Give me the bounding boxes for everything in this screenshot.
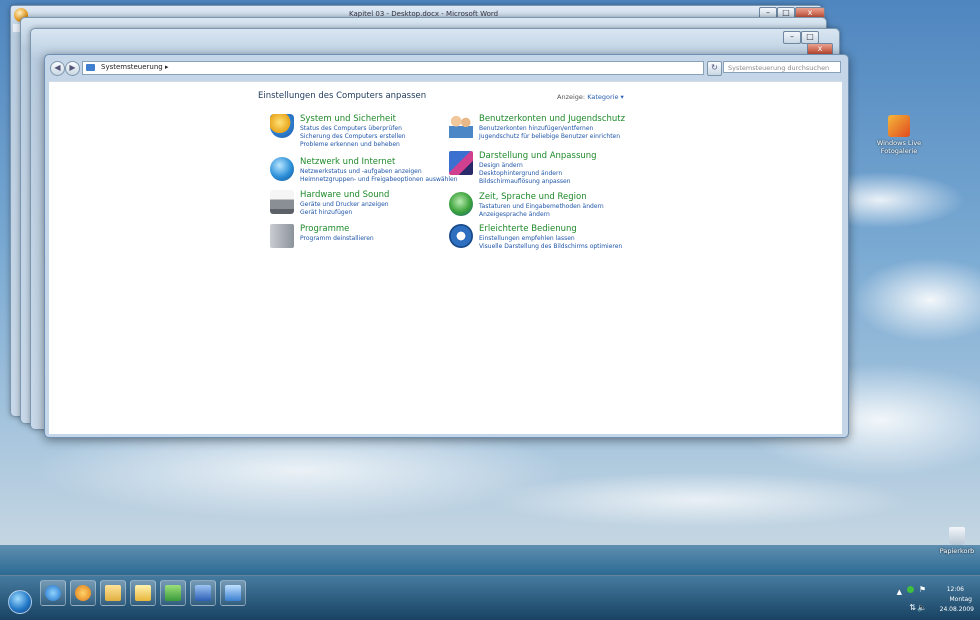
start-button[interactable]: [8, 590, 32, 614]
photo-gallery-icon: [888, 115, 910, 137]
category-title[interactable]: Programme: [300, 224, 349, 234]
category-title[interactable]: System und Sicherheit: [300, 114, 396, 124]
flag-icon[interactable]: ⚑: [919, 585, 926, 594]
users-icon: [449, 114, 473, 138]
ease-of-access-icon: [449, 224, 473, 248]
category-link[interactable]: Programm deinstallieren: [300, 235, 374, 242]
desktop-icon-label: Papierkorb: [939, 547, 975, 555]
category-link[interactable]: Anzeigesprache ändern: [479, 211, 550, 218]
category-link[interactable]: Geräte und Drucker anzeigen: [300, 201, 389, 208]
breadcrumb[interactable]: Systemsteuerung ▸: [101, 63, 168, 71]
clock-date[interactable]: 24.08.2009: [940, 606, 974, 613]
category-link[interactable]: Desktophintergrund ändern: [479, 170, 562, 177]
clock-day[interactable]: Montag: [950, 596, 973, 603]
media-player-icon: [75, 585, 91, 601]
taskbar-users[interactable]: [160, 580, 186, 606]
category-title[interactable]: Benutzerkonten und Jugendschutz: [479, 114, 625, 124]
refresh-icon[interactable]: ↻: [707, 61, 722, 76]
category-link[interactable]: Visuelle Darstellung des Bildschirms opt…: [479, 243, 622, 250]
forward-icon[interactable]: ▶: [65, 61, 80, 76]
category-link[interactable]: Jugendschutz für beliebige Benutzer einr…: [479, 133, 620, 140]
category-title[interactable]: Erleichterte Bedienung: [479, 224, 577, 234]
address-bar-row: ◀ ▶ Systemsteuerung ▸ ↻ Systemsteuerung …: [50, 61, 843, 76]
volume-icon[interactable]: 🔈: [917, 603, 927, 612]
desktop-sea: [0, 545, 980, 575]
control-panel-icon: [86, 64, 95, 71]
desktop-icon-label: Windows Live Fotogalerie: [876, 139, 922, 155]
category-link[interactable]: Bildschirmauflösung anpassen: [479, 178, 570, 185]
view-label: Anzeige:: [557, 93, 586, 101]
search-input[interactable]: Systemsteuerung durchsuchen: [723, 61, 841, 73]
explorer-minimize-button[interactable]: –: [783, 31, 801, 44]
show-hidden-icons-icon[interactable]: ▲: [897, 588, 902, 596]
taskbar-media-player[interactable]: [70, 580, 96, 606]
clock-globe-icon: [449, 192, 473, 216]
control-panel-icon: [225, 585, 241, 601]
address-bar[interactable]: Systemsteuerung ▸: [82, 61, 704, 75]
globe-network-icon: [270, 157, 294, 181]
clock-time[interactable]: 12:06: [947, 586, 964, 593]
desktop-icon-photo-gallery[interactable]: Windows Live Fotogalerie: [876, 115, 922, 155]
network-icon[interactable]: ⇅: [909, 603, 916, 612]
category-link[interactable]: Heimnetzgruppen- und Freigabeoptionen au…: [300, 176, 458, 183]
shield-icon: [270, 114, 294, 138]
category-link[interactable]: Design ändern: [479, 162, 523, 169]
taskbar-mail[interactable]: [130, 580, 156, 606]
control-panel-content: Einstellungen des Computers anpassen Anz…: [49, 81, 842, 434]
programs-icon: [270, 224, 294, 248]
category-link[interactable]: Sicherung des Computers erstellen: [300, 133, 406, 140]
category-link[interactable]: Benutzerkonten hinzufügen/entfernen: [479, 125, 593, 132]
system-tray: ▲ ⚑ ⇅ 🔈 12:06 Montag 24.08.2009: [894, 580, 974, 616]
action-center-icon[interactable]: [907, 586, 914, 593]
category-title[interactable]: Zeit, Sprache und Region: [479, 192, 587, 202]
category-title[interactable]: Hardware und Sound: [300, 190, 389, 200]
taskbar-internet-explorer[interactable]: [40, 580, 66, 606]
taskbar-explorer[interactable]: [100, 580, 126, 606]
back-icon[interactable]: ◀: [50, 61, 65, 76]
printer-icon: [270, 190, 294, 214]
view-selector: Anzeige: Kategorie ▾: [557, 93, 624, 101]
category-link[interactable]: Gerät hinzufügen: [300, 209, 352, 216]
appearance-icon: [449, 151, 473, 175]
category-link[interactable]: Netzwerkstatus und -aufgaben anzeigen: [300, 168, 422, 175]
category-link[interactable]: Status des Computers überprüfen: [300, 125, 402, 132]
category-title[interactable]: Darstellung und Anpassung: [479, 151, 597, 161]
view-dropdown[interactable]: Kategorie ▾: [587, 93, 624, 101]
mail-icon: [135, 585, 151, 601]
recycle-bin-icon: [949, 527, 965, 545]
page-title: Einstellungen des Computers anpassen: [258, 91, 427, 101]
control-panel-window[interactable]: ◀ ▶ Systemsteuerung ▸ ↻ Systemsteuerung …: [44, 54, 849, 438]
users-icon: [165, 585, 181, 601]
word-icon: [195, 585, 211, 601]
category-link[interactable]: Einstellungen empfehlen lassen: [479, 235, 575, 242]
desktop-icon-recycle-bin[interactable]: Papierkorb: [934, 527, 980, 555]
category-title[interactable]: Netzwerk und Internet: [300, 157, 395, 167]
category-link[interactable]: Tastaturen und Eingabemethoden ändern: [479, 203, 604, 210]
category-link[interactable]: Probleme erkennen und beheben: [300, 141, 400, 148]
taskbar-control-panel[interactable]: [220, 580, 246, 606]
internet-explorer-icon: [45, 585, 61, 601]
taskbar-word[interactable]: [190, 580, 216, 606]
folder-icon: [105, 585, 121, 601]
